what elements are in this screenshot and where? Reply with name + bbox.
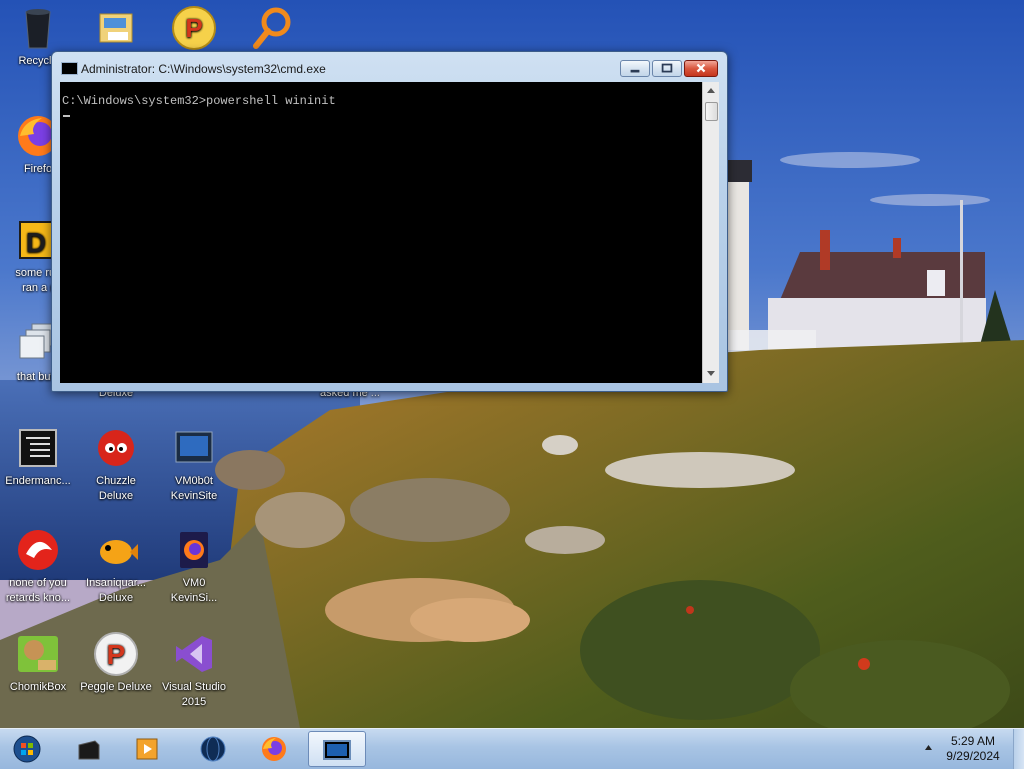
fish-icon [100, 540, 138, 564]
taskbar-item-globe[interactable] [186, 731, 240, 767]
desktop-icon-noneofyou[interactable]: none of you retards kno... [0, 526, 76, 606]
desktop-icon-label: 2015 [181, 696, 207, 708]
console-cursor [63, 115, 70, 117]
window-title: Administrator: C:\Windows\system32\cmd.e… [81, 62, 326, 76]
peggle-icon: P [172, 6, 216, 50]
desktop-icon-label: Deluxe [98, 592, 134, 604]
taskbar-item-firefox[interactable] [247, 731, 301, 767]
svg-text:D: D [26, 227, 46, 258]
desktop-icon-vm0[interactable]: VM0 KevinSi... [156, 526, 232, 606]
chuzzle-icon [98, 430, 134, 466]
desktop-icon-vs2015[interactable]: Visual Studio 2015 [156, 630, 232, 710]
console-line: C:\Windows\system32>powershell wininit [62, 94, 336, 108]
desktop-icon-label: VM0 [182, 577, 206, 589]
desktop-icon-label: KevinSi... [170, 592, 218, 604]
scroll-down-arrow-icon[interactable] [703, 365, 719, 382]
svg-text:P: P [107, 639, 126, 670]
mail-app-icon [99, 13, 133, 43]
desktop-icon-label: retards kno... [5, 592, 71, 604]
start-orb-icon [13, 735, 41, 763]
close-icon [696, 63, 706, 73]
desktop-icon-mail[interactable] [78, 4, 154, 54]
window-titlebar[interactable]: Administrator: C:\Windows\system32\cmd.e… [52, 52, 727, 82]
peggle-icon: P [94, 632, 138, 676]
desktop-icon-search[interactable] [234, 4, 310, 54]
console-icon [19, 429, 57, 467]
system-clock[interactable]: 5:29 AM 9/29/2024 [938, 734, 1008, 764]
desktop-icon-label: ChomikBox [9, 681, 67, 693]
desktop-icon-vm0b0t[interactable]: VM0b0t KevinSite [156, 424, 232, 504]
desktop-icon-chomikbox[interactable]: ChomikBox [0, 630, 76, 695]
desktop-icon-insaniquarium[interactable]: Insaniquar... Deluxe [78, 526, 154, 606]
desktop-icon-label: Chuzzle [96, 475, 136, 487]
desktop-icon-label: none of you [9, 577, 67, 589]
desktop-icon-label: Peggle Deluxe [80, 681, 152, 693]
terminal-icon [78, 740, 100, 760]
media-player-icon [136, 738, 158, 760]
svg-text:P: P [185, 13, 202, 43]
cmd-icon [61, 62, 78, 75]
show-hidden-icons-icon[interactable] [924, 743, 933, 752]
desktop-icon-chuzzle[interactable]: Chuzzle Deluxe [78, 424, 154, 504]
taskbar: 5:29 AM 9/29/2024 [0, 728, 1024, 769]
taskbar-item-terminal[interactable] [62, 731, 116, 767]
vertical-scrollbar[interactable] [702, 82, 719, 383]
recycle-bin-icon [25, 9, 51, 49]
desktop-icon-peggle-top[interactable]: P [156, 4, 232, 54]
show-desktop-button[interactable] [1013, 729, 1024, 769]
red-app-icon [18, 530, 58, 570]
hamster-box-icon [18, 636, 58, 672]
taskbar-item-cmd[interactable] [308, 731, 366, 767]
taskbar-item-media-player[interactable] [120, 731, 174, 767]
clock-date: 9/29/2024 [946, 749, 1000, 763]
magnifier-icon [253, 7, 291, 49]
clock-time: 5:29 AM [950, 734, 996, 748]
maximize-icon [661, 63, 673, 73]
scroll-up-arrow-icon[interactable] [703, 82, 719, 99]
desktop-icon-label: VM0b0t [175, 475, 213, 487]
firefox-dark-icon [180, 532, 208, 568]
minimize-button[interactable] [620, 60, 650, 77]
cmd-icon [323, 740, 351, 760]
vm-screen-icon [175, 431, 213, 463]
desktop-icon-label: Insaniquar... [86, 577, 146, 589]
cmd-window[interactable]: Administrator: C:\Windows\system32\cmd.e… [51, 51, 728, 392]
desktop-icon-peggle[interactable]: P Peggle Deluxe [78, 630, 154, 695]
desktop-icon-label: Visual Studio [161, 681, 226, 693]
desktop-icon-label: KevinSite [170, 490, 218, 502]
globe-icon [200, 736, 226, 762]
desktop-icon-endermanc[interactable]: Endermanc... [0, 424, 76, 489]
desktop-icon-label: Deluxe [98, 490, 134, 502]
firefox-icon [262, 737, 286, 761]
start-button[interactable] [0, 731, 54, 767]
maximize-button[interactable] [652, 60, 682, 77]
close-button[interactable] [684, 60, 718, 77]
minimize-icon [630, 69, 640, 73]
console-output-area[interactable]: C:\Windows\system32>powershell wininit [60, 82, 702, 383]
scrollbar-thumb[interactable] [705, 102, 718, 121]
desktop-icon-label: Endermanc... [5, 475, 71, 487]
visual-studio-icon [176, 636, 212, 672]
